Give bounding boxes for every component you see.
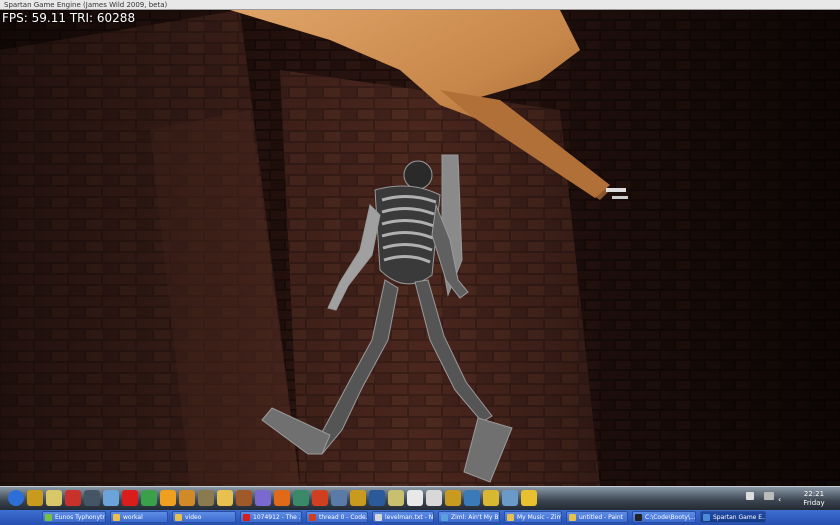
taskbar-button-label: C:\Code\Booty\... <box>645 514 696 521</box>
taskbar-button[interactable]: thread 0 - Code... <box>306 511 368 523</box>
fps-value: 59.11 <box>31 11 66 25</box>
taskbar-button-label: video <box>185 514 202 521</box>
taskbar-button[interactable]: Spartan Game E... <box>700 511 766 523</box>
dock-app-tape-icon[interactable] <box>483 490 499 506</box>
dock-app-u-icon[interactable] <box>27 490 43 506</box>
dock-app-windows-icon[interactable] <box>160 490 176 506</box>
dock-app-folder-icon[interactable] <box>217 490 233 506</box>
taskbar-button[interactable]: untitled - Paint <box>566 511 628 523</box>
taskbar-app-icon <box>569 514 576 521</box>
dock-app-doc-icon[interactable] <box>407 490 423 506</box>
dock-app-diamond-icon[interactable] <box>179 490 195 506</box>
dock-app-media-icon[interactable] <box>84 490 100 506</box>
taskbar-button-label: My Music - Ziml <box>517 514 562 521</box>
taskbar-button[interactable]: 1074912 - The ... <box>240 511 302 523</box>
window-title: Spartan Game Engine (James Wild 2009, be… <box>4 1 168 9</box>
dock-app-u2-icon[interactable] <box>350 490 366 506</box>
dock-app-computer-icon[interactable] <box>103 490 119 506</box>
taskbar-app-icon <box>375 514 382 521</box>
taskbar-app-icon <box>113 514 120 521</box>
taskbar-button[interactable]: workal <box>110 511 168 523</box>
taskbar-button[interactable]: Eunos Typhonytr... <box>42 511 106 523</box>
game-scene[interactable] <box>0 10 840 486</box>
clock-time: 22:21 <box>803 490 825 498</box>
taskbar-app-icon <box>243 514 250 521</box>
taskbar-app-icon <box>309 514 316 521</box>
taskbar: Eunos Typhonytr... workal video 1074912 - T… <box>0 510 840 525</box>
dock-app-firefox-icon[interactable] <box>274 490 290 506</box>
taskbar-app-icon <box>441 514 448 521</box>
taskbar-button[interactable]: Ziml: Ain't My Bit... <box>438 511 500 523</box>
taskbar-button[interactable]: levelman.txt - N... <box>372 511 434 523</box>
dock-app-orb-icon[interactable] <box>8 490 24 506</box>
taskbar-button-label: Eunos Typhonytr... <box>55 514 106 521</box>
taskbar-button-label: 1074912 - The ... <box>253 514 302 521</box>
dock-app-compass-icon[interactable] <box>46 490 62 506</box>
dock-app-pen-icon[interactable] <box>236 490 252 506</box>
dock-app-bomb-icon[interactable] <box>312 490 328 506</box>
dock-app-opera-icon[interactable] <box>122 490 138 506</box>
tray-clock[interactable]: 22:21 Friday <box>794 490 834 508</box>
taskbar-app-icon <box>703 514 710 521</box>
dock-app-calculator-icon[interactable] <box>293 490 309 506</box>
window-title-bar[interactable]: Spartan Game Engine (James Wild 2009, be… <box>0 0 840 10</box>
hud-stats: FPS: 59.11 TRI: 60288 <box>2 11 135 25</box>
taskbar-app-icon <box>635 514 642 521</box>
dock-app-gimp-icon[interactable] <box>198 490 214 506</box>
dock-app-red-icon[interactable] <box>65 490 81 506</box>
taskbar-button[interactable]: video <box>172 511 236 523</box>
dock-app-eye-icon[interactable] <box>388 490 404 506</box>
taskbar-button-label: Ziml: Ain't My Bit... <box>451 514 499 521</box>
dock-app-doc2-icon[interactable] <box>426 490 442 506</box>
dock-app-wave-icon[interactable] <box>331 490 347 506</box>
app-dock <box>0 486 840 510</box>
taskbar-button-label: levelman.txt - N... <box>385 514 434 521</box>
dock-app-box-icon[interactable] <box>502 490 518 506</box>
tri-label: TRI: <box>69 11 94 25</box>
taskbar-button-label: untitled - Paint <box>579 514 623 521</box>
fps-label: FPS: <box>2 11 28 25</box>
skeleton-skull <box>403 160 433 190</box>
taskbar-app-icon <box>507 514 514 521</box>
taskbar-button-label: workal <box>123 514 143 521</box>
taskbar-app-icon <box>175 514 182 521</box>
taskbar-button-label: Spartan Game E... <box>713 514 766 521</box>
dock-app-security-icon[interactable] <box>141 490 157 506</box>
dock-app-steam-icon[interactable] <box>464 490 480 506</box>
taskbar-button[interactable]: My Music - Ziml <box>504 511 562 523</box>
clock-day: Friday <box>803 499 825 507</box>
taskbar-button-label: thread 0 - Code... <box>319 514 368 521</box>
taskbar-button[interactable]: C:\Code\Booty\... <box>632 511 696 523</box>
dock-app-play-icon[interactable] <box>369 490 385 506</box>
tri-value: 60288 <box>96 11 136 25</box>
taskbar-app-icon <box>45 514 52 521</box>
dock-app-u3-icon[interactable] <box>445 490 461 506</box>
game-viewport[interactable] <box>0 10 840 486</box>
dock-app-music-icon[interactable] <box>521 490 537 506</box>
dock-app-globe-icon[interactable] <box>255 490 271 506</box>
